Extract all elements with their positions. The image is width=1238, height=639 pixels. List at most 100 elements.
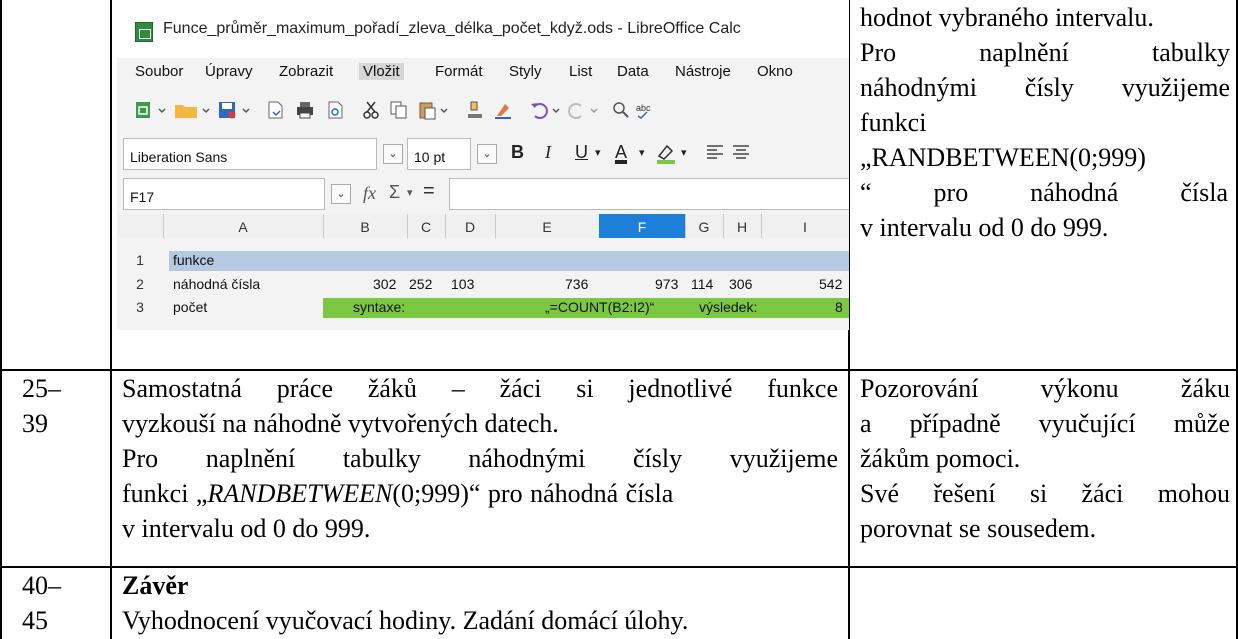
- font-name-box[interactable]: Liberation Sans: [123, 138, 377, 170]
- menu-list[interactable]: List: [569, 63, 592, 80]
- chevron-down-icon[interactable]: [551, 100, 561, 120]
- new-document-icon[interactable]: [133, 100, 153, 120]
- cell-a1[interactable]: funkce: [173, 252, 214, 268]
- text-line: vyzkouší na náhodně vytvořených datech.: [122, 409, 559, 438]
- align-center-icon[interactable]: [731, 142, 751, 162]
- cell-a2[interactable]: náhodná čísla: [173, 276, 260, 292]
- formula-bar: F17 ⌄ fx Σ ▾ =: [117, 174, 849, 214]
- chevron-down-icon[interactable]: [241, 100, 251, 120]
- font-name-value: Liberation Sans: [130, 149, 228, 165]
- chevron-down-icon[interactable]: ▾: [639, 146, 645, 159]
- text-line: žákům pomoci.: [860, 444, 1021, 473]
- menu-zobrazit[interactable]: Zobrazit: [279, 63, 333, 80]
- text-line: Vyhodnocení vyučovací hodiny. Zadání dom…: [122, 606, 689, 635]
- find-replace-icon[interactable]: [611, 100, 631, 120]
- cell-i3[interactable]: 8: [835, 299, 843, 315]
- chevron-down-icon[interactable]: ▾: [681, 146, 687, 159]
- highlight-color-icon[interactable]: [655, 142, 677, 164]
- cell-c2[interactable]: 252: [409, 276, 432, 292]
- name-box[interactable]: F17: [123, 178, 325, 210]
- function-wizard-icon[interactable]: fx: [363, 183, 376, 204]
- column-header-c[interactable]: C: [407, 214, 446, 238]
- cell-f2[interactable]: 973: [655, 276, 678, 292]
- menu-soubor[interactable]: Soubor: [135, 63, 183, 80]
- chevron-down-icon[interactable]: [201, 100, 211, 120]
- menu-upravy[interactable]: Úpravy: [205, 63, 253, 80]
- open-folder-icon[interactable]: [173, 100, 199, 120]
- underline-icon[interactable]: U: [575, 142, 588, 163]
- text-line: funkci „RANDBETWEEN(0;999)“ pro náhodná …: [122, 476, 838, 511]
- time-cell: 40– 45: [22, 568, 102, 638]
- cell-i2[interactable]: 542: [819, 276, 842, 292]
- redo-icon[interactable]: [567, 100, 587, 120]
- cell-a3[interactable]: počet: [173, 299, 207, 315]
- save-icon[interactable]: [217, 100, 237, 120]
- export-pdf-icon[interactable]: [265, 100, 285, 120]
- menu-styly[interactable]: Styly: [509, 63, 542, 80]
- chevron-down-icon[interactable]: ⌄: [383, 144, 403, 164]
- time-start: 40–: [22, 571, 61, 600]
- align-left-icon[interactable]: [705, 142, 725, 162]
- column-header-f[interactable]: F: [599, 214, 686, 238]
- column-header-d[interactable]: D: [445, 214, 496, 238]
- column-header-b[interactable]: B: [323, 214, 408, 238]
- text-line: v intervalu od 0 do 999.: [122, 514, 371, 543]
- text-line: Samostatná práce žáků – žáci si jednotli…: [122, 374, 838, 403]
- cell-g2[interactable]: 114: [691, 276, 713, 292]
- bold-icon[interactable]: B: [511, 142, 524, 163]
- clear-formatting-icon[interactable]: [493, 100, 513, 120]
- chevron-down-icon[interactable]: ⌄: [477, 144, 497, 164]
- sheet-row: 3 počet syntaxe: „=COUNT(B2:I2)“ výslede…: [117, 298, 849, 318]
- text-line: porovnat se sousedem.: [860, 514, 1097, 543]
- column-header-g[interactable]: G: [685, 214, 724, 238]
- sheet-row: 1 funkce: [117, 251, 849, 271]
- menu-okno[interactable]: Okno: [757, 63, 793, 80]
- table-border: [0, 0, 2, 639]
- copy-icon[interactable]: [389, 100, 409, 120]
- italic-icon[interactable]: I: [545, 142, 551, 163]
- column-header-a[interactable]: A: [163, 214, 324, 238]
- row-number[interactable]: 3: [117, 299, 163, 315]
- text-line: Pozorování výkonu žáku: [860, 374, 1230, 403]
- paste-icon[interactable]: [417, 100, 437, 120]
- sum-icon[interactable]: Σ: [389, 182, 400, 203]
- menu-vlozit[interactable]: Vložit: [359, 63, 404, 80]
- undo-icon[interactable]: [529, 100, 549, 120]
- cell-h2[interactable]: 306: [729, 276, 752, 292]
- menu-data[interactable]: Data: [617, 63, 649, 80]
- row-number[interactable]: 1: [117, 252, 163, 268]
- column-header-i[interactable]: I: [761, 214, 849, 238]
- chevron-down-icon[interactable]: ⌄: [331, 184, 351, 204]
- chevron-down-icon[interactable]: [439, 100, 449, 120]
- chevron-down-icon[interactable]: [589, 100, 599, 120]
- cell-b2[interactable]: 302: [373, 276, 396, 292]
- chevron-down-icon[interactable]: ▾: [407, 186, 413, 199]
- formula-equals-icon[interactable]: =: [423, 180, 435, 203]
- calc-screenshot: Funce_průměr_maximum_pořadí_zleva_délka_…: [117, 0, 849, 330]
- font-color-icon[interactable]: A: [615, 142, 627, 163]
- row-number[interactable]: 2: [117, 276, 163, 292]
- clone-formatting-icon[interactable]: [465, 100, 485, 120]
- formula-input[interactable]: [449, 178, 849, 210]
- cell-b3[interactable]: syntaxe:: [353, 299, 405, 315]
- cell-e2[interactable]: 736: [565, 276, 588, 292]
- text-fragment: funkci „: [122, 479, 208, 508]
- menu-nastroje[interactable]: Nástroje: [675, 63, 731, 80]
- font-size-box[interactable]: 10 pt: [407, 138, 471, 170]
- chevron-down-icon[interactable]: [157, 100, 167, 120]
- cut-icon[interactable]: [361, 100, 381, 120]
- print-icon[interactable]: [295, 100, 315, 120]
- cell-d2[interactable]: 103: [451, 276, 474, 292]
- cell-g3[interactable]: výsledek:: [699, 299, 757, 315]
- menu-format[interactable]: Formát: [435, 63, 483, 80]
- column-header-h[interactable]: H: [723, 214, 762, 238]
- text-line: Své řešení si žáci mohou: [860, 479, 1230, 508]
- cell-e3[interactable]: „=COUNT(B2:I2)“: [545, 299, 654, 315]
- chevron-down-icon[interactable]: ▾: [595, 146, 601, 159]
- corner-cell[interactable]: [117, 214, 164, 238]
- row-highlight: [169, 251, 849, 271]
- column-header-e[interactable]: E: [495, 214, 600, 238]
- section-heading: Závěr: [122, 571, 189, 600]
- print-preview-icon[interactable]: [325, 100, 345, 120]
- spelling-icon[interactable]: abc: [635, 100, 655, 120]
